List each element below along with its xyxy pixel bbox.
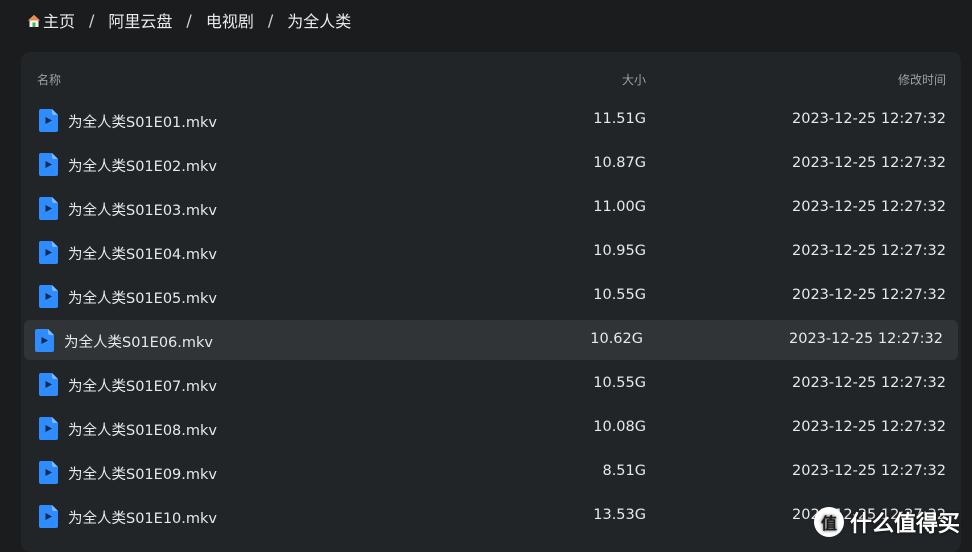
file-name[interactable]: 为全人类S01E05.mkv [68, 287, 217, 308]
video-file-icon [39, 373, 58, 396]
table-row[interactable]: 为全人类S01E02.mkv 10.87G 2023-12-25 12:27:32 [21, 144, 961, 184]
file-name[interactable]: 为全人类S01E08.mkv [68, 419, 217, 440]
breadcrumb-current: 为全人类 [287, 8, 351, 32]
video-file-icon [39, 285, 58, 308]
table-row[interactable]: 为全人类S01E07.mkv 10.55G 2023-12-25 12:27:32 [21, 364, 961, 404]
breadcrumb-separator: / [268, 11, 273, 30]
video-file-icon [39, 417, 58, 440]
file-size: 10.62G [590, 331, 643, 347]
file-size: 13.53G [593, 507, 646, 523]
file-size: 10.55G [593, 375, 646, 391]
file-list-panel: 名称 大小 修改时间 为全人类S01E01.mkv 11.51G 2023-12-2… [21, 52, 961, 552]
file-modified-time: 2023-12-25 12:27:32 [792, 375, 946, 391]
table-row[interactable]: 为全人类S01E06.mkv 10.62G 2023-12-25 12:27:32 [24, 320, 958, 360]
file-size: 8.51G [602, 463, 646, 479]
video-file-icon [39, 241, 58, 264]
file-modified-time: 2023-12-25 12:27:32 [792, 243, 946, 259]
file-name[interactable]: 为全人类S01E01.mkv [68, 111, 217, 132]
file-name[interactable]: 为全人类S01E02.mkv [68, 155, 217, 176]
table-row[interactable]: 为全人类S01E08.mkv 10.08G 2023-12-25 12:27:32 [21, 408, 961, 448]
file-name[interactable]: 为全人类S01E03.mkv [68, 199, 217, 220]
file-name[interactable]: 为全人类S01E06.mkv [64, 331, 213, 352]
breadcrumb-home[interactable]: 主页 [27, 8, 75, 32]
breadcrumb-home-label: 主页 [43, 12, 75, 31]
breadcrumb-separator: / [186, 11, 191, 30]
file-size: 10.87G [593, 155, 646, 171]
breadcrumb-aliyun[interactable]: 阿里云盘 [108, 8, 172, 32]
column-header-time[interactable]: 修改时间 [898, 71, 946, 88]
file-size: 11.00G [593, 199, 646, 215]
video-file-icon [39, 505, 58, 528]
file-size: 10.95G [593, 243, 646, 259]
file-name[interactable]: 为全人类S01E10.mkv [68, 507, 217, 528]
table-row[interactable]: 为全人类S01E04.mkv 10.95G 2023-12-25 12:27:32 [21, 232, 961, 272]
table-header: 名称 大小 修改时间 [21, 52, 961, 104]
table-row[interactable]: 为全人类S01E09.mkv 8.51G 2023-12-25 12:27:32 [21, 452, 961, 492]
video-file-icon [39, 153, 58, 176]
file-size: 10.55G [593, 287, 646, 303]
breadcrumb-tv[interactable]: 电视剧 [206, 8, 254, 32]
file-modified-time: 2023-12-25 12:27:32 [792, 155, 946, 171]
watermark: 值 什么值得买 [814, 506, 960, 538]
breadcrumb-separator: / [89, 11, 94, 30]
video-file-icon [39, 197, 58, 220]
file-modified-time: 2023-12-25 12:27:32 [789, 331, 943, 347]
watermark-logo: 值 [814, 507, 844, 537]
file-name[interactable]: 为全人类S01E09.mkv [68, 463, 217, 484]
table-row[interactable]: 为全人类S01E01.mkv 11.51G 2023-12-25 12:27:32 [21, 100, 961, 140]
table-row[interactable]: 为全人类S01E03.mkv 11.00G 2023-12-25 12:27:32 [21, 188, 961, 228]
file-modified-time: 2023-12-25 12:27:32 [792, 287, 946, 303]
file-modified-time: 2023-12-25 12:27:32 [792, 419, 946, 435]
video-file-icon [39, 109, 58, 132]
file-modified-time: 2023-12-25 12:27:32 [792, 463, 946, 479]
video-file-icon [35, 329, 54, 352]
file-name[interactable]: 为全人类S01E07.mkv [68, 375, 217, 396]
file-modified-time: 2023-12-25 12:27:32 [792, 111, 946, 127]
home-icon [27, 14, 41, 28]
file-modified-time: 2023-12-25 12:27:32 [792, 199, 946, 215]
file-name[interactable]: 为全人类S01E04.mkv [68, 243, 217, 264]
table-row[interactable]: 为全人类S01E05.mkv 10.55G 2023-12-25 12:27:32 [21, 276, 961, 316]
column-header-size[interactable]: 大小 [622, 71, 646, 88]
video-file-icon [39, 461, 58, 484]
watermark-text: 什么值得买 [850, 506, 960, 538]
file-size: 11.51G [593, 111, 646, 127]
breadcrumb: 主页 / 阿里云盘 / 电视剧 / 为全人类 [27, 8, 351, 32]
file-size: 10.08G [593, 419, 646, 435]
column-header-name[interactable]: 名称 [37, 71, 61, 88]
